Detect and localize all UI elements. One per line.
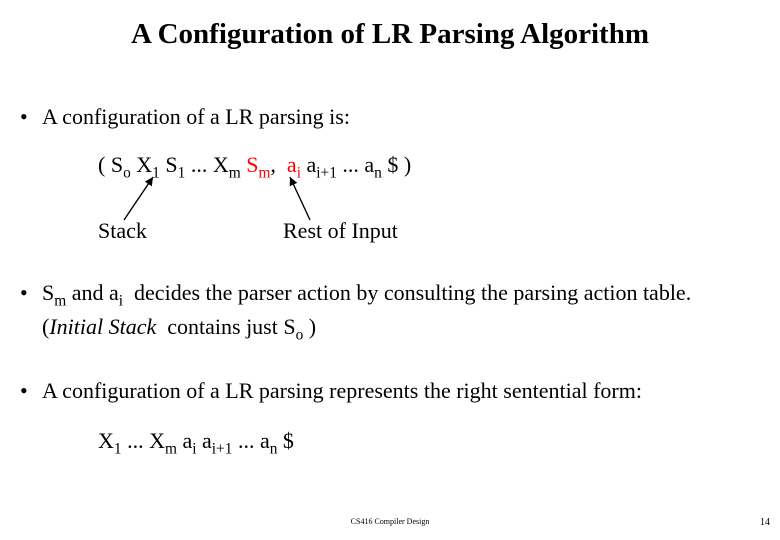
bullet-action: Sm and ai decides the parser action by c… [42,278,742,346]
bullet-intro: A configuration of a LR parsing is: [42,102,742,132]
bullet-sentential: A configuration of a LR parsing represen… [42,376,742,406]
footer-text: CS416 Compiler Design [0,517,780,526]
slide-title: A Configuration of LR Parsing Algorithm [0,18,780,51]
pointer-arrows [0,0,780,540]
configuration-expression: ( So X1 S1 ... Xm Sm, ai ai+1 ... an $ ) [98,152,411,182]
page-number: 14 [760,517,770,528]
rest-of-input-label: Rest of Input [283,218,398,244]
sentential-expression: X1 ... Xm ai ai+1 ... an $ [98,428,294,458]
stack-label: Stack [98,218,147,244]
slide: A Configuration of LR Parsing Algorithm … [0,0,780,540]
